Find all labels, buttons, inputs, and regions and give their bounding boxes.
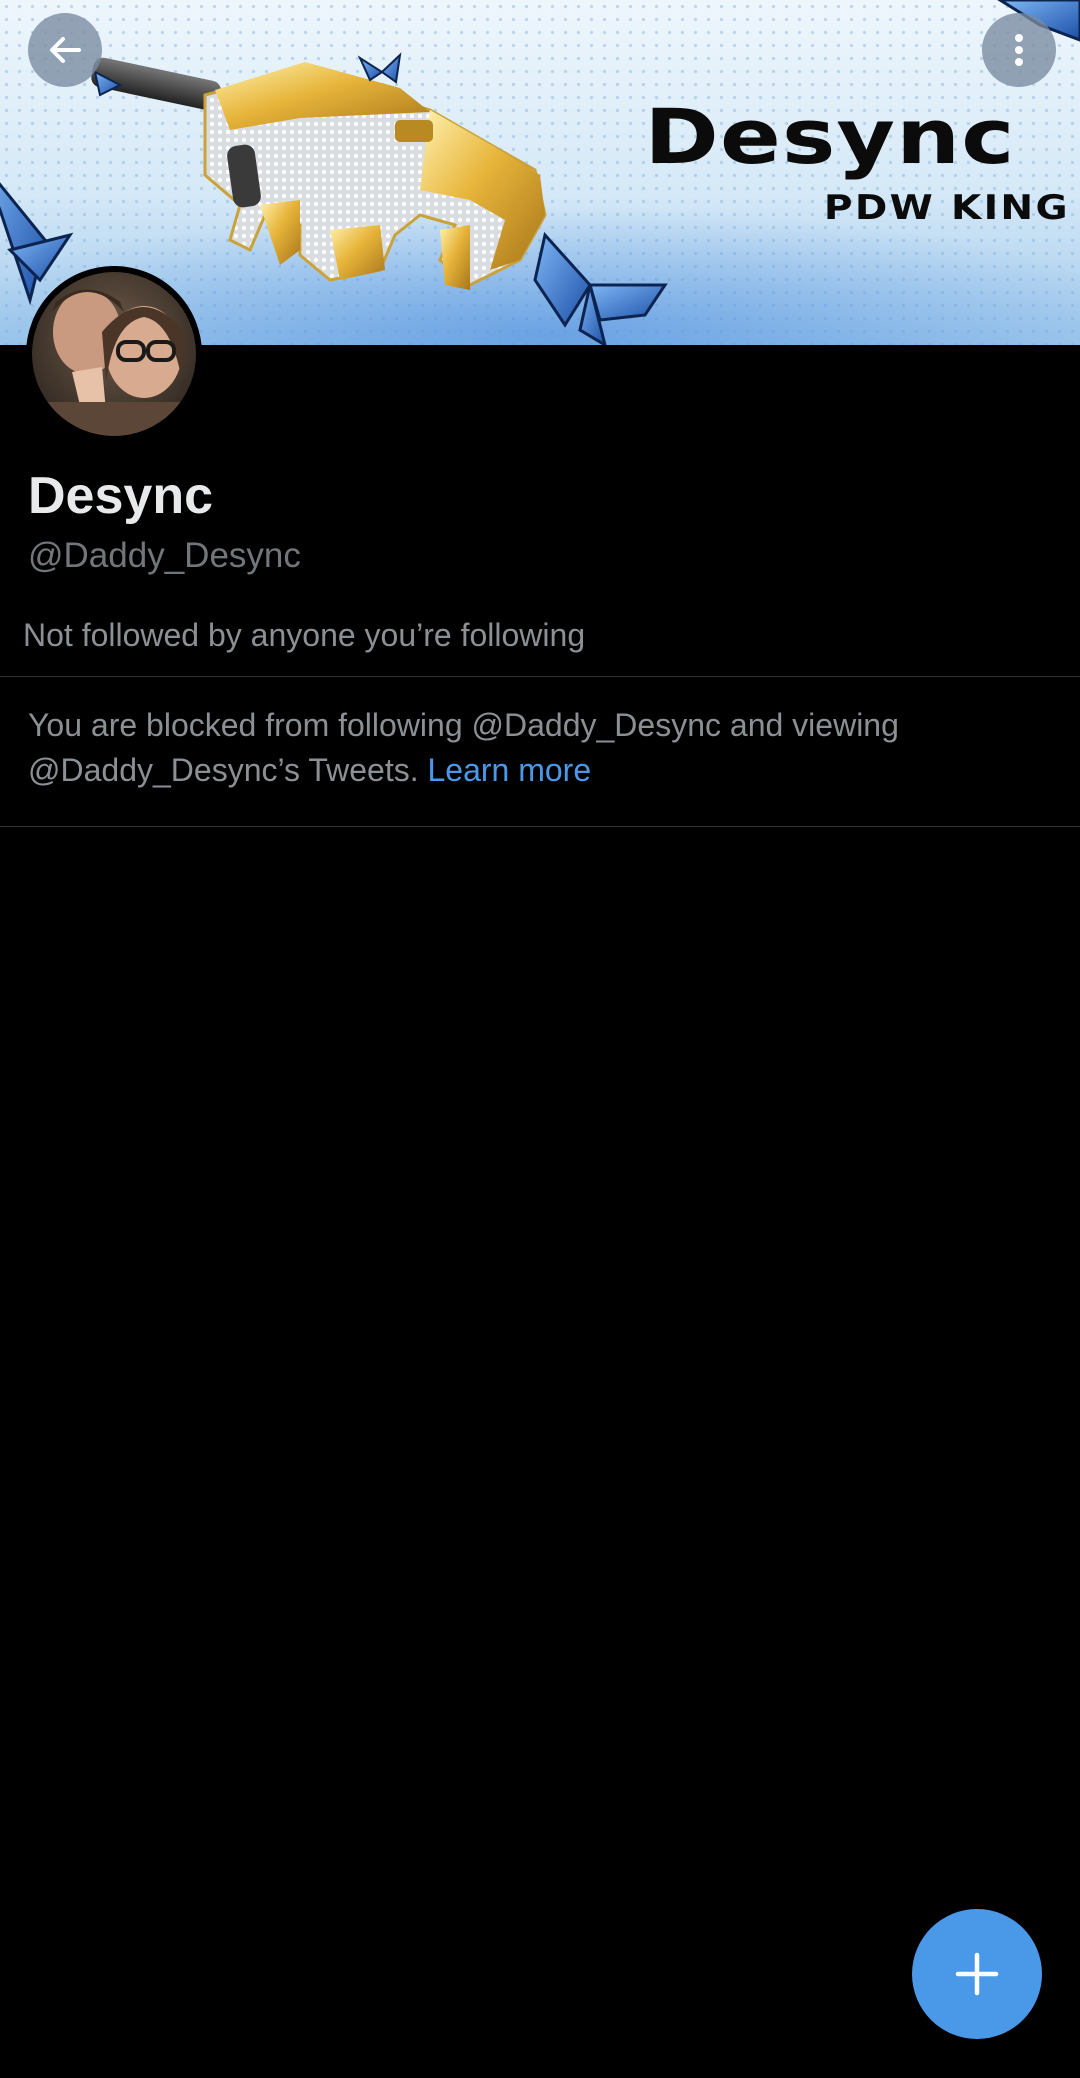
banner-title: Desync (644, 92, 1016, 181)
profile-display-name: Desync (28, 467, 213, 525)
compose-tweet-button[interactable] (912, 1909, 1042, 2039)
divider (0, 826, 1080, 827)
divider (0, 676, 1080, 677)
learn-more-link[interactable]: Learn more (427, 752, 591, 788)
avatar-photo (32, 272, 196, 436)
blocked-notice: You are blocked from following @Daddy_De… (28, 703, 1038, 793)
butterfly-large-bottom (533, 231, 668, 345)
more-options-button[interactable] (982, 13, 1056, 87)
vertical-ellipsis-icon (1015, 34, 1023, 66)
back-button[interactable] (28, 13, 102, 87)
plus-icon (955, 1952, 999, 1996)
avatar[interactable] (26, 266, 202, 442)
butterfly-small-top (357, 52, 402, 84)
profile-handle: @Daddy_Desync (28, 536, 301, 575)
followers-you-know-text[interactable]: Not followed by anyone you’re following (23, 617, 585, 654)
gun-body (203, 62, 547, 290)
arrow-left-icon (50, 37, 81, 63)
butterfly-left-edge (0, 182, 74, 306)
banner-subtitle: PDW KING (824, 188, 1070, 228)
